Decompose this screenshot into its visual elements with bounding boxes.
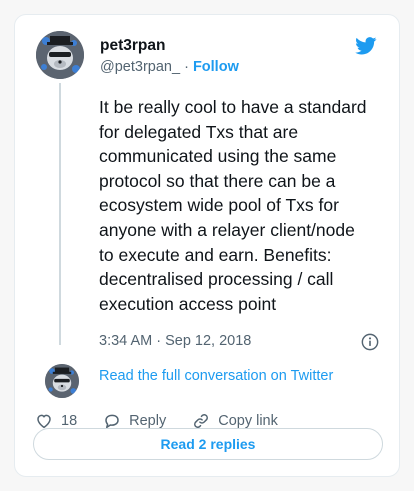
- thread-line: [59, 83, 61, 345]
- author-handle[interactable]: @pet3rpan_: [100, 59, 180, 75]
- twitter-bird-icon[interactable]: [355, 37, 377, 55]
- read-conversation-link[interactable]: Read the full conversation on Twitter: [99, 368, 333, 384]
- author-name[interactable]: pet3rpan: [100, 37, 165, 55]
- like-count: 18: [61, 413, 78, 429]
- read-replies-button[interactable]: Read 2 replies: [33, 428, 383, 460]
- author-handle-row: @pet3rpan_ · Follow: [100, 59, 239, 75]
- author-avatar[interactable]: [36, 31, 84, 79]
- follow-button[interactable]: Follow: [193, 59, 239, 75]
- copy-link-label: Copy link: [218, 413, 278, 429]
- tweet-text: It be really cool to have a standard for…: [99, 97, 367, 314]
- tweet-card: pet3rpan @pet3rpan_ · Follow It be reall…: [14, 14, 400, 477]
- tweet-timestamp[interactable]: 3:34 AM · Sep 12, 2018: [99, 333, 251, 349]
- info-icon[interactable]: [361, 333, 379, 351]
- conversation-avatar: [45, 364, 79, 398]
- reply-label: Reply: [129, 413, 167, 429]
- separator-dot: ·: [184, 59, 189, 75]
